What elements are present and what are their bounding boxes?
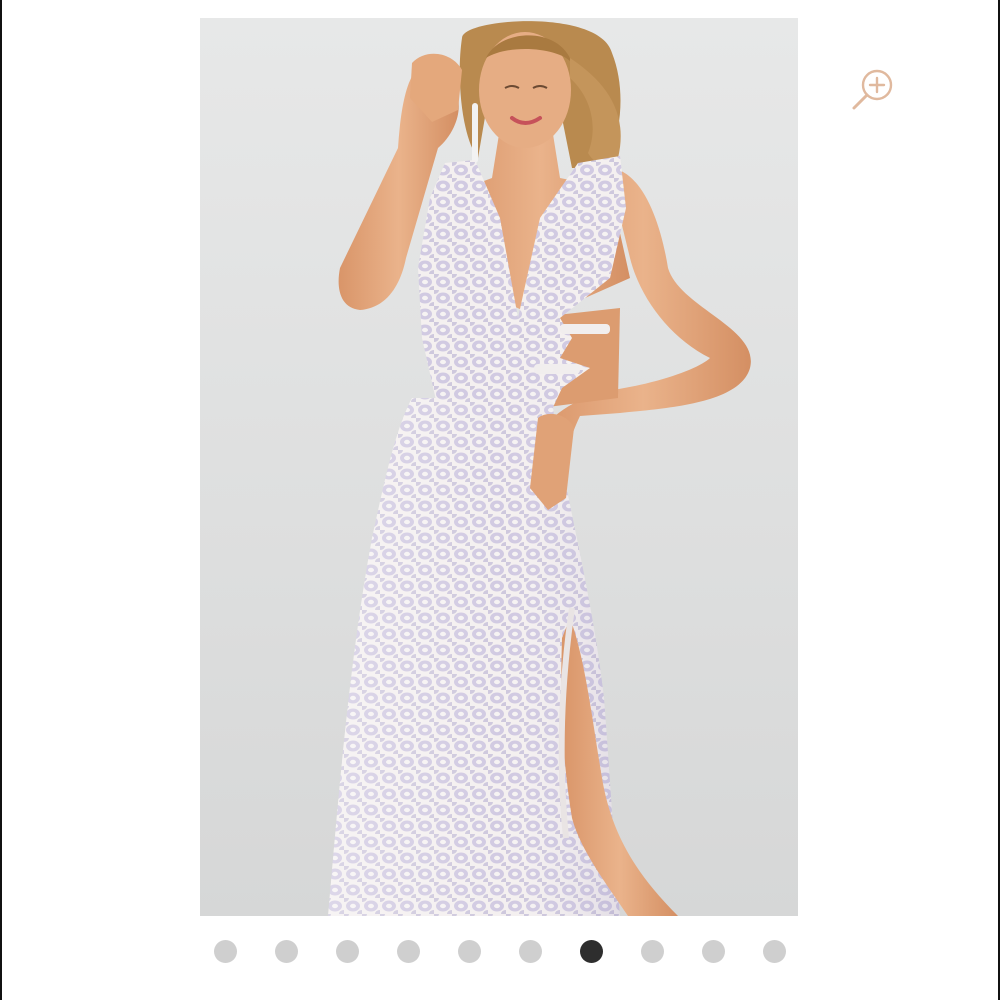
carousel-dot[interactable]	[519, 940, 542, 963]
carousel-dot[interactable]	[275, 940, 298, 963]
carousel-dot[interactable]	[763, 940, 786, 963]
carousel-dot[interactable]	[214, 940, 237, 963]
model-illustration	[328, 21, 751, 916]
product-image[interactable]	[200, 18, 798, 916]
zoom-in-icon	[852, 69, 893, 110]
carousel-pagination	[0, 940, 1000, 964]
carousel-dot[interactable]	[458, 940, 481, 963]
zoom-button[interactable]	[850, 66, 898, 112]
carousel-dot-active[interactable]	[580, 940, 603, 963]
carousel-dot[interactable]	[336, 940, 359, 963]
carousel-dot[interactable]	[397, 940, 420, 963]
left-border	[0, 0, 2, 1000]
carousel-dot[interactable]	[702, 940, 725, 963]
carousel-dot[interactable]	[641, 940, 664, 963]
